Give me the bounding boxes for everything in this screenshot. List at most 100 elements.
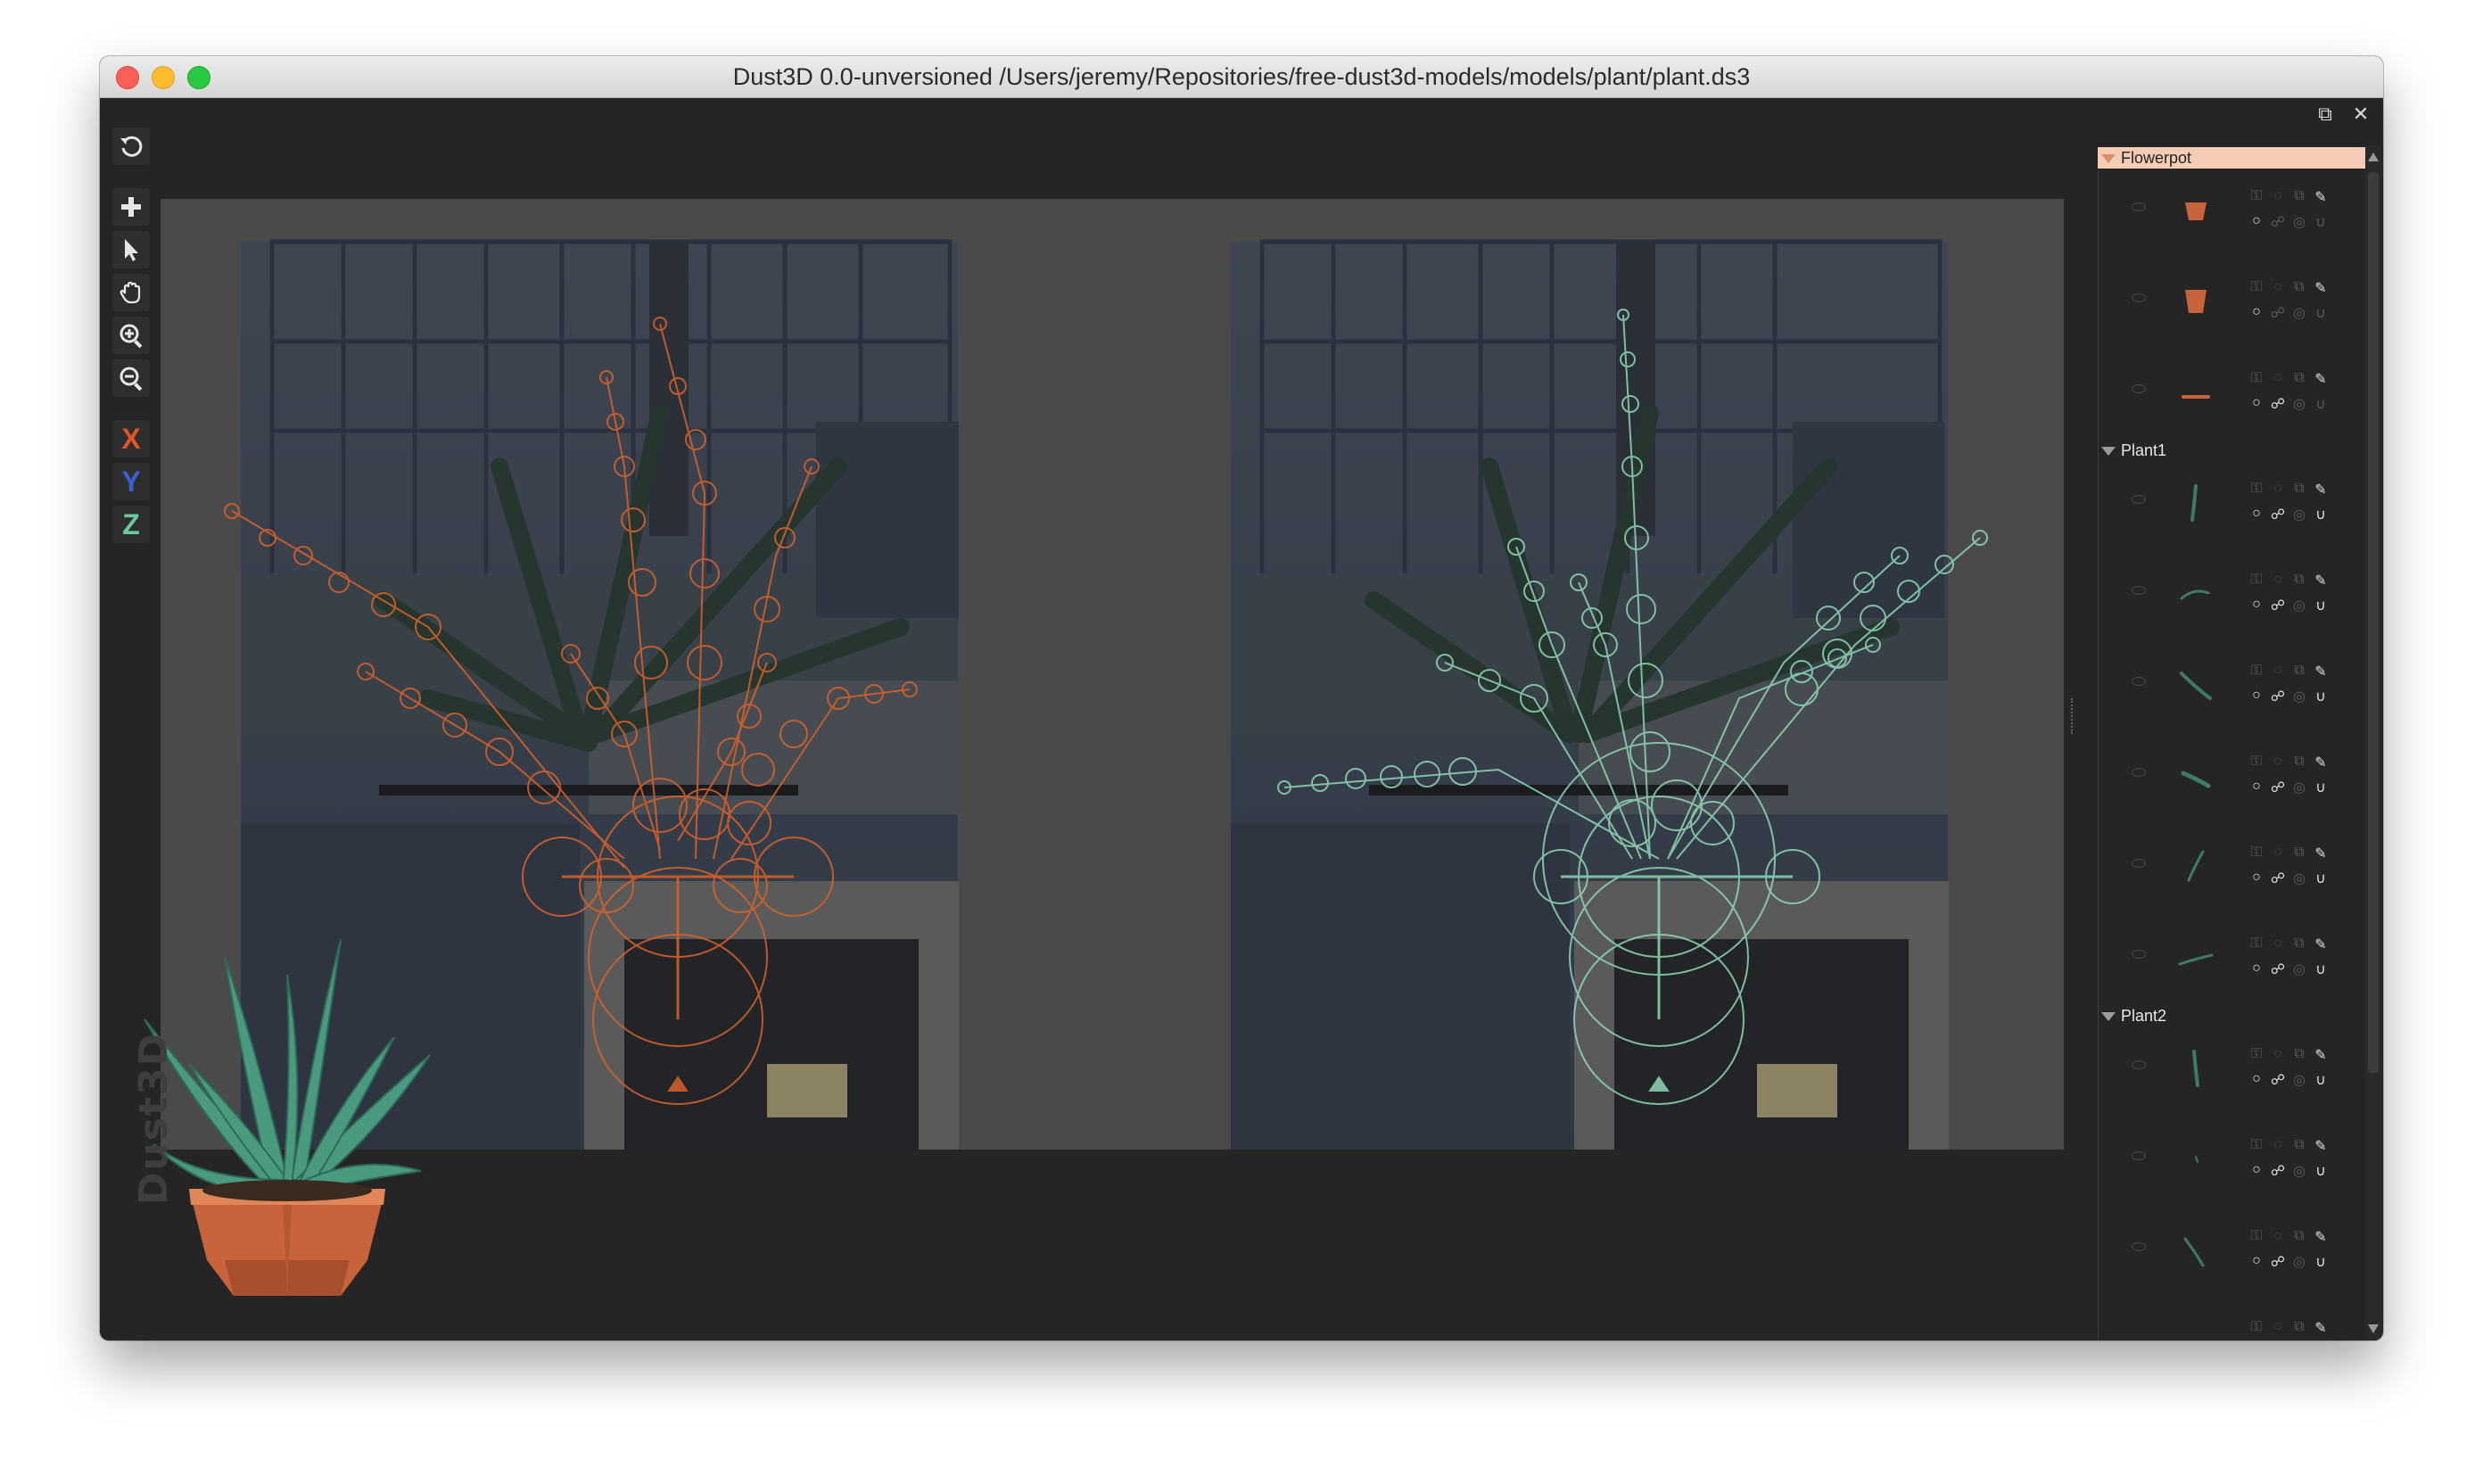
part-row[interactable]: ⚿ ◌ ⧉ ✎ ○ ☍ ◎ ∪: [2098, 829, 2365, 909]
subdivide-icon[interactable]: ◌: [2269, 1228, 2287, 1244]
subdivide-icon[interactable]: ◌: [2269, 279, 2287, 295]
pencil-icon[interactable]: ✎: [2312, 1046, 2330, 1064]
chamfer-icon[interactable]: ◎: [2290, 1253, 2308, 1271]
wrap-icon[interactable]: ☍: [2269, 1162, 2287, 1180]
rounded-end-icon[interactable]: ○: [2248, 779, 2265, 795]
rounded-end-icon[interactable]: ○: [2248, 688, 2265, 704]
lock-icon[interactable]: ⚿: [2248, 1137, 2265, 1153]
eye-visibility-icon[interactable]: [2132, 384, 2146, 393]
part-row[interactable]: ⚿ ◌ ⧉ ✎ ○ ☍ ◎ ∪: [2098, 465, 2365, 545]
wrap-icon[interactable]: ☍: [2269, 213, 2287, 231]
chamfer-icon[interactable]: ◎: [2290, 1071, 2308, 1089]
subdivide-icon[interactable]: ◌: [2269, 1137, 2287, 1153]
subdivide-icon[interactable]: ◌: [2269, 936, 2287, 952]
eye-visibility-icon[interactable]: [2132, 768, 2146, 777]
part-row[interactable]: ⚿ ◌ ⧉ ✎ ○ ☍ ◎ ∪: [2098, 354, 2365, 434]
part-row[interactable]: ⚿ ◌ ⧉ ✎ ○ ☍ ◎ ∪: [2098, 738, 2365, 818]
lock-icon[interactable]: ⚿: [2248, 936, 2265, 952]
eye-visibility-icon[interactable]: [2132, 1151, 2146, 1160]
chamfer-icon[interactable]: ◎: [2290, 304, 2308, 322]
subdivide-icon[interactable]: ◌: [2269, 845, 2287, 861]
wrap-icon[interactable]: ☍: [2269, 870, 2287, 887]
magnet-icon[interactable]: ∪: [2312, 597, 2330, 614]
part-row[interactable]: ⚿ ◌ ⧉ ✎ ○ ☍ ◎ ∪: [2098, 1030, 2365, 1110]
pencil-icon[interactable]: ✎: [2312, 1137, 2330, 1155]
rounded-end-icon[interactable]: ○: [2248, 1071, 2265, 1087]
magnet-icon[interactable]: ∪: [2312, 395, 2330, 413]
rounded-end-icon[interactable]: ○: [2248, 960, 2265, 977]
lock-icon[interactable]: ⚿: [2248, 279, 2265, 295]
eye-visibility-icon[interactable]: [2132, 677, 2146, 686]
magnet-icon[interactable]: ∪: [2312, 779, 2330, 796]
lock-icon[interactable]: ⚿: [2248, 1228, 2265, 1244]
magnet-icon[interactable]: ∪: [2312, 870, 2330, 887]
y-axis-lock-button[interactable]: Y: [112, 463, 150, 500]
zoom-in-button[interactable]: [112, 317, 150, 354]
subdivide-icon[interactable]: ◌: [2269, 481, 2287, 497]
magnet-icon[interactable]: ∪: [2312, 688, 2330, 705]
part-row[interactable]: ⚿ ◌ ⧉ ✎ ○ ☍ ◎ ∪: [2098, 1121, 2365, 1201]
part-row[interactable]: ⚿ ◌ ⧉ ✎ ○ ☍ ◎ ∪: [2098, 647, 2365, 727]
eye-visibility-icon[interactable]: [2132, 859, 2146, 868]
xmirror-icon[interactable]: ⧉: [2290, 663, 2308, 679]
magnet-icon[interactable]: ∪: [2312, 1071, 2330, 1089]
pencil-icon[interactable]: ✎: [2312, 370, 2330, 388]
xmirror-icon[interactable]: ⧉: [2290, 754, 2308, 770]
subdivide-icon[interactable]: ◌: [2269, 572, 2287, 588]
xmirror-icon[interactable]: ⧉: [2290, 481, 2308, 497]
subdivide-icon[interactable]: ◌: [2269, 1319, 2287, 1335]
chamfer-icon[interactable]: ◎: [2290, 688, 2308, 705]
chamfer-icon[interactable]: ◎: [2290, 395, 2308, 413]
expand-triangle-icon[interactable]: [2101, 154, 2116, 164]
add-button[interactable]: [112, 188, 150, 226]
chamfer-icon[interactable]: ◎: [2290, 597, 2308, 614]
panel-splitter-handle[interactable]: [2071, 698, 2078, 734]
eye-visibility-icon[interactable]: [2132, 293, 2146, 302]
eye-visibility-icon[interactable]: [2132, 495, 2146, 504]
lock-icon[interactable]: ⚿: [2248, 1319, 2265, 1335]
expand-triangle-icon[interactable]: [2101, 447, 2116, 457]
magnet-icon[interactable]: ∪: [2312, 213, 2330, 231]
chamfer-icon[interactable]: ◎: [2290, 779, 2308, 796]
eye-visibility-icon[interactable]: [2132, 1242, 2146, 1251]
model-preview[interactable]: [136, 886, 439, 1340]
lock-icon[interactable]: ⚿: [2248, 572, 2265, 588]
xmirror-icon[interactable]: ⧉: [2290, 1046, 2308, 1062]
scroll-down-icon[interactable]: [2368, 1324, 2379, 1333]
chamfer-icon[interactable]: ◎: [2290, 870, 2308, 887]
part-row[interactable]: ⚿ ◌ ⧉ ✎ ○ ☍ ◎ ∪: [2098, 263, 2365, 343]
chamfer-icon[interactable]: ◎: [2290, 960, 2308, 978]
pencil-icon[interactable]: ✎: [2312, 663, 2330, 680]
xmirror-icon[interactable]: ⧉: [2290, 188, 2308, 204]
pencil-icon[interactable]: ✎: [2312, 754, 2330, 771]
lock-icon[interactable]: ⚿: [2248, 663, 2265, 679]
wrap-icon[interactable]: ☍: [2269, 597, 2287, 614]
subdivide-icon[interactable]: ◌: [2269, 188, 2287, 204]
parts-scrollbar[interactable]: [2365, 145, 2381, 1340]
part-row[interactable]: ⚿ ◌ ⧉ ✎ ○ ☍ ◎ ∪: [2098, 1212, 2365, 1292]
xmirror-icon[interactable]: ⧉: [2290, 1319, 2308, 1335]
xmirror-icon[interactable]: ⧉: [2290, 279, 2308, 295]
eye-visibility-icon[interactable]: [2132, 950, 2146, 959]
pencil-icon[interactable]: ✎: [2312, 188, 2330, 206]
pencil-icon[interactable]: ✎: [2312, 481, 2330, 499]
wrap-icon[interactable]: ☍: [2269, 395, 2287, 413]
pencil-icon[interactable]: ✎: [2312, 572, 2330, 589]
rounded-end-icon[interactable]: ○: [2248, 597, 2265, 613]
eye-visibility-icon[interactable]: [2132, 202, 2146, 211]
zoom-out-button[interactable]: [112, 359, 150, 397]
group-header-plant1[interactable]: Plant1: [2098, 440, 2365, 461]
rounded-end-icon[interactable]: ○: [2248, 506, 2265, 522]
lock-icon[interactable]: ⚿: [2248, 188, 2265, 204]
wrap-icon[interactable]: ☍: [2269, 1253, 2287, 1271]
magnet-icon[interactable]: ∪: [2312, 960, 2330, 978]
eye-visibility-icon[interactable]: [2132, 586, 2146, 595]
xmirror-icon[interactable]: ⧉: [2290, 572, 2308, 588]
wrap-icon[interactable]: ☍: [2269, 779, 2287, 796]
lock-icon[interactable]: ⚿: [2248, 754, 2265, 770]
magnet-icon[interactable]: ∪: [2312, 506, 2330, 524]
pencil-icon[interactable]: ✎: [2312, 279, 2330, 297]
subdivide-icon[interactable]: ◌: [2269, 663, 2287, 679]
subdivide-icon[interactable]: ◌: [2269, 370, 2287, 386]
group-header-flowerpot[interactable]: Flowerpot: [2098, 147, 2365, 169]
